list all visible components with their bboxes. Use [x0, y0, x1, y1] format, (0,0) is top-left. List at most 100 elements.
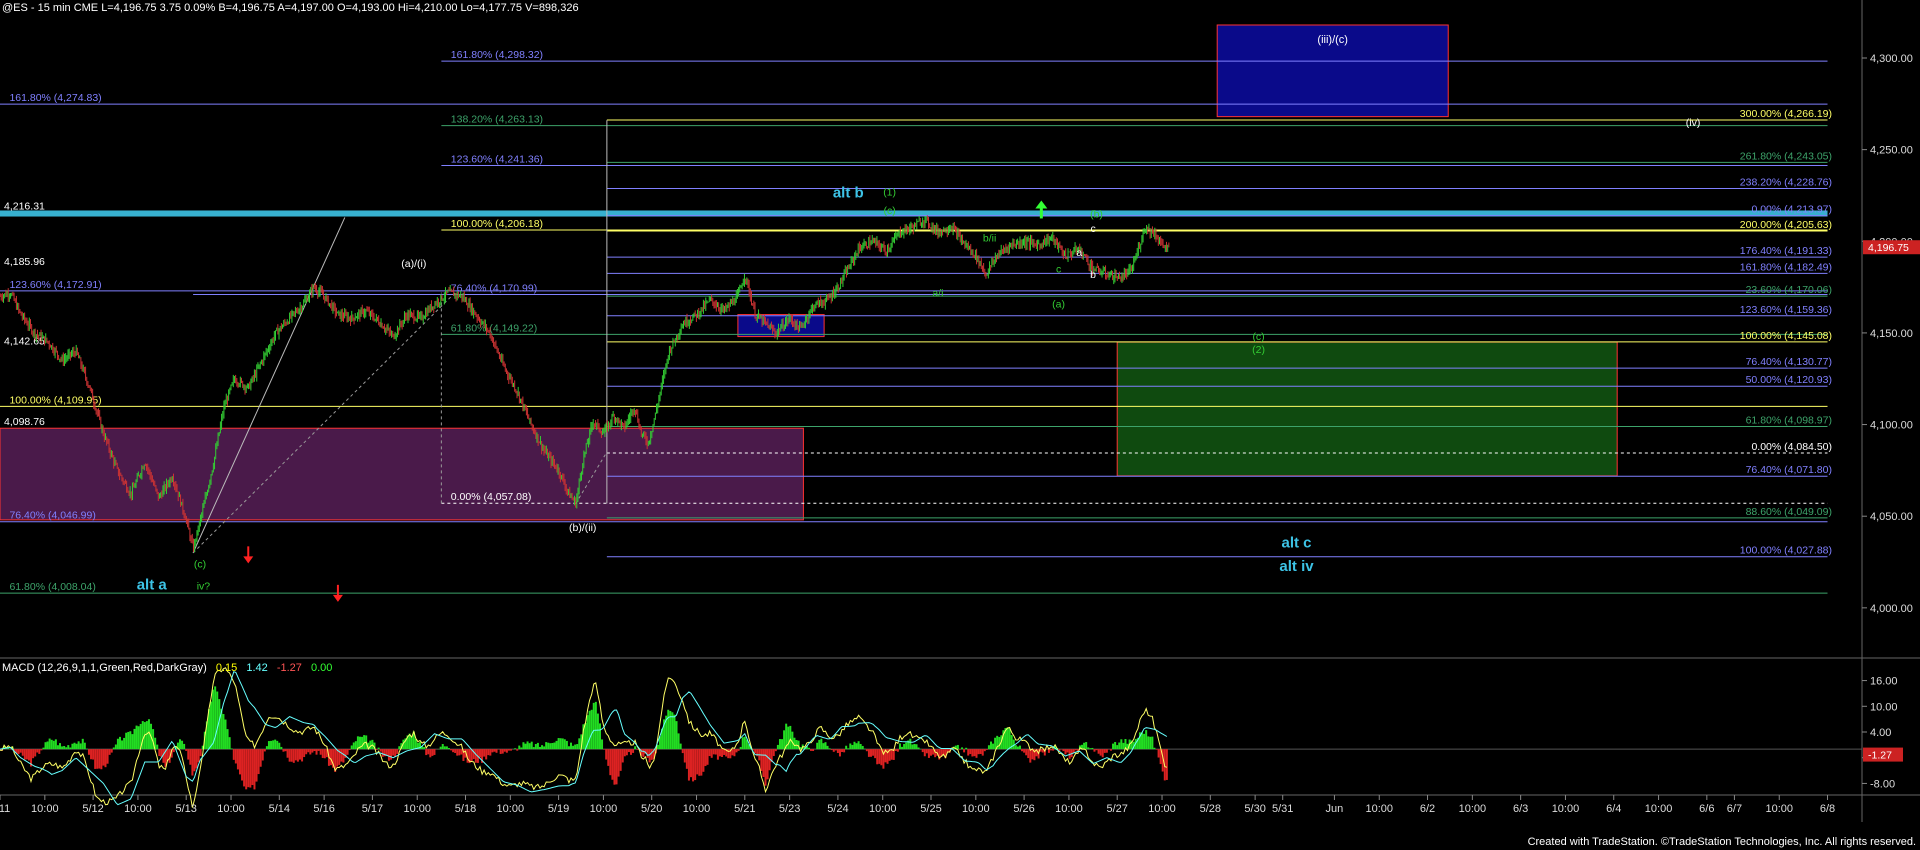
x-tick-label: 5/18 [455, 803, 476, 815]
y-tick-label: 4,300.00 [1870, 53, 1913, 65]
fib-label: 50.00% (4,120.93) [1746, 374, 1832, 386]
fib-label: 100.00% (4,027.88) [1740, 545, 1832, 557]
x-tick-label: 10:00 [683, 803, 711, 815]
fib-label: 76.40% (4,130.77) [1746, 356, 1832, 368]
fib-label: 100.00% (4,109.95) [9, 394, 101, 406]
y-tick-label: 4,000.00 [1870, 603, 1913, 615]
x-tick-label: 10:00 [497, 803, 525, 815]
fib-label: 100.00% (4,206.18) [451, 218, 543, 230]
fib-label: 61.80% (4,098.97) [1746, 414, 1832, 426]
x-tick-label: 10:00 [124, 803, 152, 815]
y-tick-label: 4,100.00 [1870, 420, 1913, 432]
macd-label: MACD (12,26,9,1,1,Green,Red,DarkGray) [2, 662, 207, 674]
macd-legend: MACD (12,26,9,1,1,Green,Red,DarkGray) 0.… [2, 662, 338, 674]
level-label: 4,216.31 [4, 200, 45, 212]
x-tick-label: 10:00 [1055, 803, 1083, 815]
wave-label: alt a [137, 577, 168, 594]
wave-label: iv? [197, 581, 211, 593]
wave-label: b/ii [983, 232, 996, 244]
x-tick-label: 5/19 [548, 803, 569, 815]
fib-label: 61.80% (4,149.22) [451, 322, 537, 334]
fib-label: 0.00% (4,213.97) [1751, 204, 1832, 216]
x-tick-label: 10:00 [1552, 803, 1580, 815]
wave-label: c [1090, 223, 1095, 235]
chart-background [0, 0, 1920, 850]
wave-label: a/i [932, 287, 943, 299]
fib-label: 161.80% (4,274.83) [9, 92, 101, 104]
wave-label: (b)/(ii) [569, 522, 596, 534]
wave-label: alt iv [1279, 558, 1314, 575]
target-box [1116, 341, 1618, 477]
fib-label: 61.80% (4,008.04) [9, 581, 95, 593]
wave-label: a [1076, 247, 1082, 259]
fib-label: 261.80% (4,243.05) [1740, 150, 1832, 162]
wave-label: (a) [1052, 298, 1065, 310]
macd-value-4: 0.00 [310, 662, 333, 674]
symbol-header: @ES - 15 min CME L=4,196.75 3.75 0.09% B… [2, 2, 579, 14]
x-tick-label: 5/27 [1106, 803, 1127, 815]
fib-label: 138.20% (4,263.13) [451, 114, 543, 126]
x-tick-label: 5/25 [920, 803, 941, 815]
x-tick-label: 5/14 [269, 803, 290, 815]
wave-label: alt c [1281, 534, 1311, 551]
x-tick-label: 5/16 [313, 803, 334, 815]
macd-tick-label: 10.00 [1870, 701, 1898, 713]
x-tick-label: 5/28 [1200, 803, 1221, 815]
x-tick-label: 5/23 [779, 803, 800, 815]
x-tick-label: 5/30 [1244, 803, 1265, 815]
fib-label: 300.00% (4,266.19) [1740, 108, 1832, 120]
wave-label: b [1090, 269, 1096, 281]
fib-label: 123.60% (4,159.36) [1740, 304, 1832, 316]
x-tick-label: 5/24 [827, 803, 848, 815]
x-tick-label: 5/26 [1013, 803, 1034, 815]
wave-label: c [1056, 263, 1061, 275]
x-tick-label: 10:00 [31, 803, 59, 815]
x-tick-label: 10:00 [962, 803, 990, 815]
x-tick-label: 6/4 [1606, 803, 1621, 815]
wave-label: (iv) [1686, 117, 1701, 129]
wave-label: (c) [194, 559, 206, 571]
fib-label: 200.00% (4,205.63) [1740, 219, 1832, 231]
level-label: 4,098.76 [4, 416, 45, 428]
fib-label: 0.00% (4,057.08) [451, 491, 532, 503]
macd-value-3: -1.27 [276, 662, 302, 674]
fib-label: 123.60% (4,172.91) [9, 279, 101, 291]
target-box-label: (iii)/(c) [1317, 34, 1348, 46]
x-tick-label: 10:00 [1148, 803, 1176, 815]
x-tick-label: 10:00 [1645, 803, 1673, 815]
wave-label: (2) [1252, 344, 1265, 356]
x-tick-label: 5/12 [82, 803, 103, 815]
fib-label: 161.80% (4,298.32) [451, 49, 543, 61]
y-tick-label: 4,050.00 [1870, 511, 1913, 523]
wave-label: (a)/(i) [401, 258, 426, 270]
wave-label: (c) [883, 205, 895, 217]
x-tick-label: 10:00 [1459, 803, 1487, 815]
x-tick-label: 6/3 [1513, 803, 1528, 815]
fib-label: 100.00% (4,145.08) [1740, 330, 1832, 342]
macd-tick-label: 16.00 [1870, 676, 1898, 688]
wave-label: (b) [1090, 208, 1103, 220]
price-chart[interactable]: (iii)/(c) 161.80% (4,298.32) 161.80% (4,2… [0, 0, 1920, 850]
fib-label: 0.00% (4,084.50) [1751, 441, 1832, 453]
fib-label: 176.40% (4,191.33) [1740, 245, 1832, 257]
x-tick-label: 5/21 [734, 803, 755, 815]
fib-label: 88.60% (4,049.09) [1746, 506, 1832, 518]
macd-tick-label: 4.00 [1870, 727, 1891, 739]
macd-last-value: -1.27 [1868, 750, 1892, 762]
x-tick-label: 5/20 [641, 803, 662, 815]
x-tick-label: 5/13 [175, 803, 196, 815]
wave-label: (c) [1252, 331, 1264, 343]
x-tick-label: 5/17 [362, 803, 383, 815]
wave-label: alt b [833, 184, 864, 201]
macd-value-1: 0.15 [215, 662, 238, 674]
fib-label: 161.80% (4,182.49) [1740, 261, 1832, 273]
x-tick-label: 6/6 [1699, 803, 1714, 815]
copyright-footer: Created with TradeStation. ©TradeStation… [1527, 836, 1916, 848]
x-tick-label: 10:00 [1365, 803, 1393, 815]
x-tick-label: 10:00 [1765, 803, 1793, 815]
x-tick-label: 6/2 [1420, 803, 1435, 815]
x-tick-label: 5/31 [1272, 803, 1293, 815]
fib-label: 238.20% (4,228.76) [1740, 177, 1832, 189]
x-tick-label: 10:00 [869, 803, 897, 815]
x-tick-label: Jun [1326, 803, 1344, 815]
